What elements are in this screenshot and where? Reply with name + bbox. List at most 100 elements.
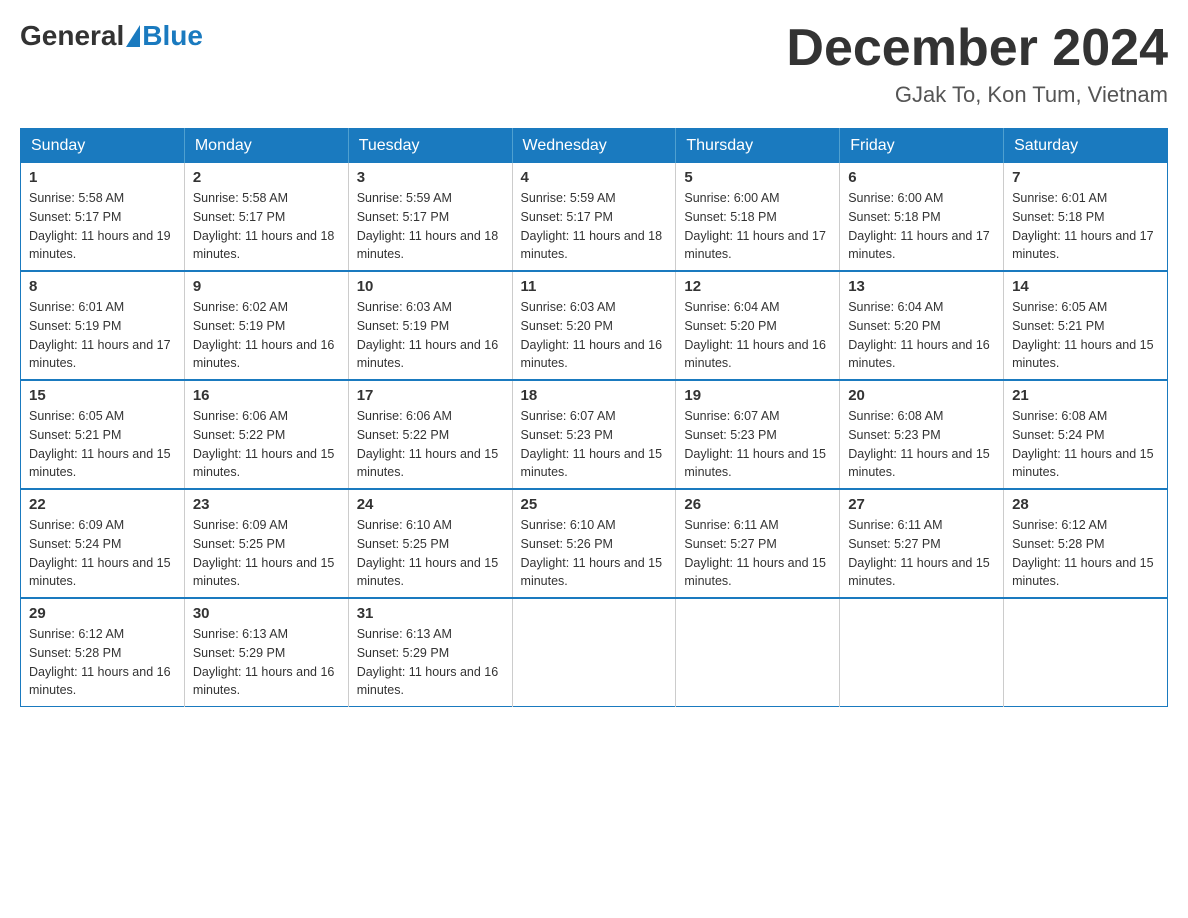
- day-number: 22: [29, 496, 176, 513]
- day-number: 16: [193, 387, 340, 404]
- calendar-cell: 18 Sunrise: 6:07 AMSunset: 5:23 PMDayligh…: [512, 380, 676, 489]
- calendar-cell: 15 Sunrise: 6:05 AMSunset: 5:21 PMDayligh…: [21, 380, 185, 489]
- day-number: 29: [29, 605, 176, 622]
- day-info: Sunrise: 6:10 AMSunset: 5:25 PMDaylight:…: [357, 516, 504, 591]
- calendar-cell: 29 Sunrise: 6:12 AMSunset: 5:28 PMDayligh…: [21, 598, 185, 707]
- day-info: Sunrise: 6:12 AMSunset: 5:28 PMDaylight:…: [1012, 516, 1159, 591]
- day-info: Sunrise: 6:07 AMSunset: 5:23 PMDaylight:…: [684, 407, 831, 482]
- weekday-header-tuesday: Tuesday: [348, 129, 512, 164]
- day-number: 10: [357, 278, 504, 295]
- day-number: 5: [684, 169, 831, 186]
- day-number: 19: [684, 387, 831, 404]
- calendar-cell: 13 Sunrise: 6:04 AMSunset: 5:20 PMDayligh…: [840, 271, 1004, 380]
- day-number: 21: [1012, 387, 1159, 404]
- day-info: Sunrise: 6:02 AMSunset: 5:19 PMDaylight:…: [193, 298, 340, 373]
- day-info: Sunrise: 6:10 AMSunset: 5:26 PMDaylight:…: [521, 516, 668, 591]
- week-row-1: 1Sunrise: 5:58 AMSunset: 5:17 PMDaylight…: [21, 163, 1168, 271]
- week-row-3: 15 Sunrise: 6:05 AMSunset: 5:21 PMDayligh…: [21, 380, 1168, 489]
- day-info: Sunrise: 6:03 AMSunset: 5:19 PMDaylight:…: [357, 298, 504, 373]
- calendar-cell: 22 Sunrise: 6:09 AMSunset: 5:24 PMDayligh…: [21, 489, 185, 598]
- weekday-header-friday: Friday: [840, 129, 1004, 164]
- day-info: Sunrise: 6:07 AMSunset: 5:23 PMDaylight:…: [521, 407, 668, 482]
- day-number: 18: [521, 387, 668, 404]
- calendar-table: SundayMondayTuesdayWednesdayThursdayFrid…: [20, 128, 1168, 707]
- day-number: 1: [29, 169, 176, 186]
- day-info: Sunrise: 5:59 AMSunset: 5:17 PMDaylight:…: [357, 189, 504, 264]
- day-number: 23: [193, 496, 340, 513]
- day-info: Sunrise: 6:01 AMSunset: 5:18 PMDaylight:…: [1012, 189, 1159, 264]
- calendar-cell: 4 Sunrise: 5:59 AMSunset: 5:17 PMDaylight…: [512, 163, 676, 271]
- day-number: 31: [357, 605, 504, 622]
- logo-blue-text: Blue: [142, 20, 203, 52]
- calendar-cell: 5 Sunrise: 6:00 AMSunset: 5:18 PMDaylight…: [676, 163, 840, 271]
- day-number: 17: [357, 387, 504, 404]
- calendar-cell: 21 Sunrise: 6:08 AMSunset: 5:24 PMDayligh…: [1004, 380, 1168, 489]
- calendar-cell: 2Sunrise: 5:58 AMSunset: 5:17 PMDaylight…: [184, 163, 348, 271]
- day-info: Sunrise: 6:03 AMSunset: 5:20 PMDaylight:…: [521, 298, 668, 373]
- logo-triangle-icon: [126, 25, 140, 47]
- calendar-cell: 1Sunrise: 5:58 AMSunset: 5:17 PMDaylight…: [21, 163, 185, 271]
- day-number: 28: [1012, 496, 1159, 513]
- calendar-cell: 6 Sunrise: 6:00 AMSunset: 5:18 PMDaylight…: [840, 163, 1004, 271]
- day-number: 4: [521, 169, 668, 186]
- day-info: Sunrise: 5:59 AMSunset: 5:17 PMDaylight:…: [521, 189, 668, 264]
- day-info: Sunrise: 6:12 AMSunset: 5:28 PMDaylight:…: [29, 625, 176, 700]
- day-number: 20: [848, 387, 995, 404]
- day-number: 12: [684, 278, 831, 295]
- weekday-header-sunday: Sunday: [21, 129, 185, 164]
- calendar-cell: [840, 598, 1004, 707]
- calendar-cell: 12Sunrise: 6:04 AMSunset: 5:20 PMDayligh…: [676, 271, 840, 380]
- day-number: 7: [1012, 169, 1159, 186]
- day-number: 30: [193, 605, 340, 622]
- day-info: Sunrise: 6:06 AMSunset: 5:22 PMDaylight:…: [357, 407, 504, 482]
- day-info: Sunrise: 6:05 AMSunset: 5:21 PMDaylight:…: [29, 407, 176, 482]
- logo-general-text: General: [20, 20, 124, 52]
- calendar-cell: 25 Sunrise: 6:10 AMSunset: 5:26 PMDayligh…: [512, 489, 676, 598]
- day-number: 9: [193, 278, 340, 295]
- calendar-cell: 10 Sunrise: 6:03 AMSunset: 5:19 PMDayligh…: [348, 271, 512, 380]
- weekday-header-row: SundayMondayTuesdayWednesdayThursdayFrid…: [21, 129, 1168, 164]
- calendar-cell: 30Sunrise: 6:13 AMSunset: 5:29 PMDayligh…: [184, 598, 348, 707]
- day-info: Sunrise: 6:08 AMSunset: 5:24 PMDaylight:…: [1012, 407, 1159, 482]
- week-row-4: 22 Sunrise: 6:09 AMSunset: 5:24 PMDayligh…: [21, 489, 1168, 598]
- calendar-cell: 17 Sunrise: 6:06 AMSunset: 5:22 PMDayligh…: [348, 380, 512, 489]
- day-number: 25: [521, 496, 668, 513]
- day-number: 13: [848, 278, 995, 295]
- day-number: 14: [1012, 278, 1159, 295]
- calendar-cell: 23Sunrise: 6:09 AMSunset: 5:25 PMDayligh…: [184, 489, 348, 598]
- calendar-cell: 3 Sunrise: 5:59 AMSunset: 5:17 PMDaylight…: [348, 163, 512, 271]
- day-number: 8: [29, 278, 176, 295]
- day-info: Sunrise: 6:13 AMSunset: 5:29 PMDaylight:…: [357, 625, 504, 700]
- day-info: Sunrise: 6:11 AMSunset: 5:27 PMDaylight:…: [848, 516, 995, 591]
- week-row-2: 8 Sunrise: 6:01 AMSunset: 5:19 PMDaylight…: [21, 271, 1168, 380]
- day-info: Sunrise: 6:00 AMSunset: 5:18 PMDaylight:…: [848, 189, 995, 264]
- location-title: GJak To, Kon Tum, Vietnam: [786, 82, 1168, 108]
- day-info: Sunrise: 6:08 AMSunset: 5:23 PMDaylight:…: [848, 407, 995, 482]
- day-number: 11: [521, 278, 668, 295]
- day-number: 27: [848, 496, 995, 513]
- calendar-cell: 14 Sunrise: 6:05 AMSunset: 5:21 PMDayligh…: [1004, 271, 1168, 380]
- calendar-cell: 28 Sunrise: 6:12 AMSunset: 5:28 PMDayligh…: [1004, 489, 1168, 598]
- day-info: Sunrise: 6:09 AMSunset: 5:24 PMDaylight:…: [29, 516, 176, 591]
- title-area: December 2024 GJak To, Kon Tum, Vietnam: [786, 20, 1168, 108]
- calendar-cell: 9 Sunrise: 6:02 AMSunset: 5:19 PMDaylight…: [184, 271, 348, 380]
- calendar-cell: 16Sunrise: 6:06 AMSunset: 5:22 PMDayligh…: [184, 380, 348, 489]
- calendar-cell: 26Sunrise: 6:11 AMSunset: 5:27 PMDayligh…: [676, 489, 840, 598]
- day-number: 24: [357, 496, 504, 513]
- day-number: 6: [848, 169, 995, 186]
- day-info: Sunrise: 6:05 AMSunset: 5:21 PMDaylight:…: [1012, 298, 1159, 373]
- day-info: Sunrise: 6:04 AMSunset: 5:20 PMDaylight:…: [848, 298, 995, 373]
- week-row-5: 29 Sunrise: 6:12 AMSunset: 5:28 PMDayligh…: [21, 598, 1168, 707]
- day-number: 26: [684, 496, 831, 513]
- weekday-header-thursday: Thursday: [676, 129, 840, 164]
- header: General Blue December 2024 GJak To, Kon …: [20, 20, 1168, 108]
- calendar-cell: 19 Sunrise: 6:07 AMSunset: 5:23 PMDayligh…: [676, 380, 840, 489]
- day-number: 3: [357, 169, 504, 186]
- calendar-cell: [676, 598, 840, 707]
- day-info: Sunrise: 6:00 AMSunset: 5:18 PMDaylight:…: [684, 189, 831, 264]
- calendar-cell: 7 Sunrise: 6:01 AMSunset: 5:18 PMDaylight…: [1004, 163, 1168, 271]
- calendar-cell: [512, 598, 676, 707]
- day-info: Sunrise: 6:01 AMSunset: 5:19 PMDaylight:…: [29, 298, 176, 373]
- weekday-header-wednesday: Wednesday: [512, 129, 676, 164]
- day-number: 15: [29, 387, 176, 404]
